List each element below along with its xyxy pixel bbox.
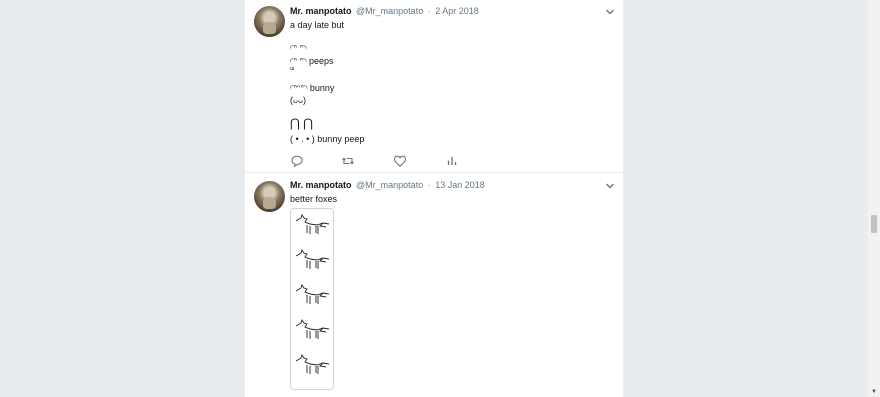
tweet-header: Mr. manpotato @Mr_manpotato · 2 Apr 2018 <box>290 6 479 16</box>
reply-icon[interactable] <box>290 154 304 168</box>
fox-drawing <box>295 318 330 339</box>
separator: · <box>427 180 431 190</box>
handle[interactable]: @Mr_manpotato <box>356 6 423 16</box>
handle[interactable]: @Mr_manpotato <box>356 180 423 190</box>
tweet-actions <box>290 154 460 168</box>
scroll-down-arrow-icon[interactable]: ▼ <box>871 389 877 395</box>
avatar[interactable] <box>254 6 285 37</box>
separator: · <box>427 6 431 16</box>
like-icon[interactable] <box>393 154 407 168</box>
tweet-media-image[interactable] <box>290 208 334 390</box>
scrollbar-thumb[interactable] <box>871 215 877 233</box>
tweet-header: Mr. manpotato @Mr_manpotato · 13 Jan 201… <box>290 180 485 190</box>
display-name[interactable]: Mr. manpotato <box>290 180 352 190</box>
timestamp[interactable]: 2 Apr 2018 <box>435 6 479 16</box>
page-scrollbar[interactable]: ▼ <box>868 0 880 397</box>
timeline: Mr. manpotato @Mr_manpotato · 2 Apr 2018… <box>245 0 623 397</box>
timestamp[interactable]: 13 Jan 2018 <box>435 180 485 190</box>
fox-drawing <box>295 213 330 234</box>
chevron-down-icon[interactable] <box>605 7 615 17</box>
tweet[interactable]: Mr. manpotato @Mr_manpotato · 2 Apr 2018… <box>245 0 623 173</box>
retweet-icon[interactable] <box>341 154 355 168</box>
tweet-text: a day late but <box>290 20 345 30</box>
ascii-art-line: ◜ᐢᵔᐢ◝ bunny <box>290 83 335 93</box>
display-name[interactable]: Mr. manpotato <box>290 6 352 16</box>
avatar[interactable] <box>254 181 285 212</box>
ascii-art-line: (ᴗᴗ) <box>290 95 307 105</box>
chevron-down-icon[interactable] <box>605 181 615 191</box>
fox-drawing <box>295 248 330 269</box>
ascii-art-line: ᐜ <box>290 66 295 76</box>
ascii-art-line: ( • . • ) bunny peep <box>290 134 365 144</box>
fox-drawing <box>295 283 330 304</box>
ascii-art-line: ◜ᐢ ᐢ◝ peeps <box>290 56 334 66</box>
analytics-icon[interactable] <box>445 154 459 168</box>
tweet[interactable]: Mr. manpotato @Mr_manpotato · 13 Jan 201… <box>245 173 623 397</box>
fox-drawing <box>295 353 330 374</box>
tweet-text: better foxes <box>290 194 338 204</box>
ascii-art-line: ◜ᐢ ᐢ◝ <box>290 43 307 53</box>
ascii-art-line: ⋂ ⋂ <box>290 116 314 130</box>
